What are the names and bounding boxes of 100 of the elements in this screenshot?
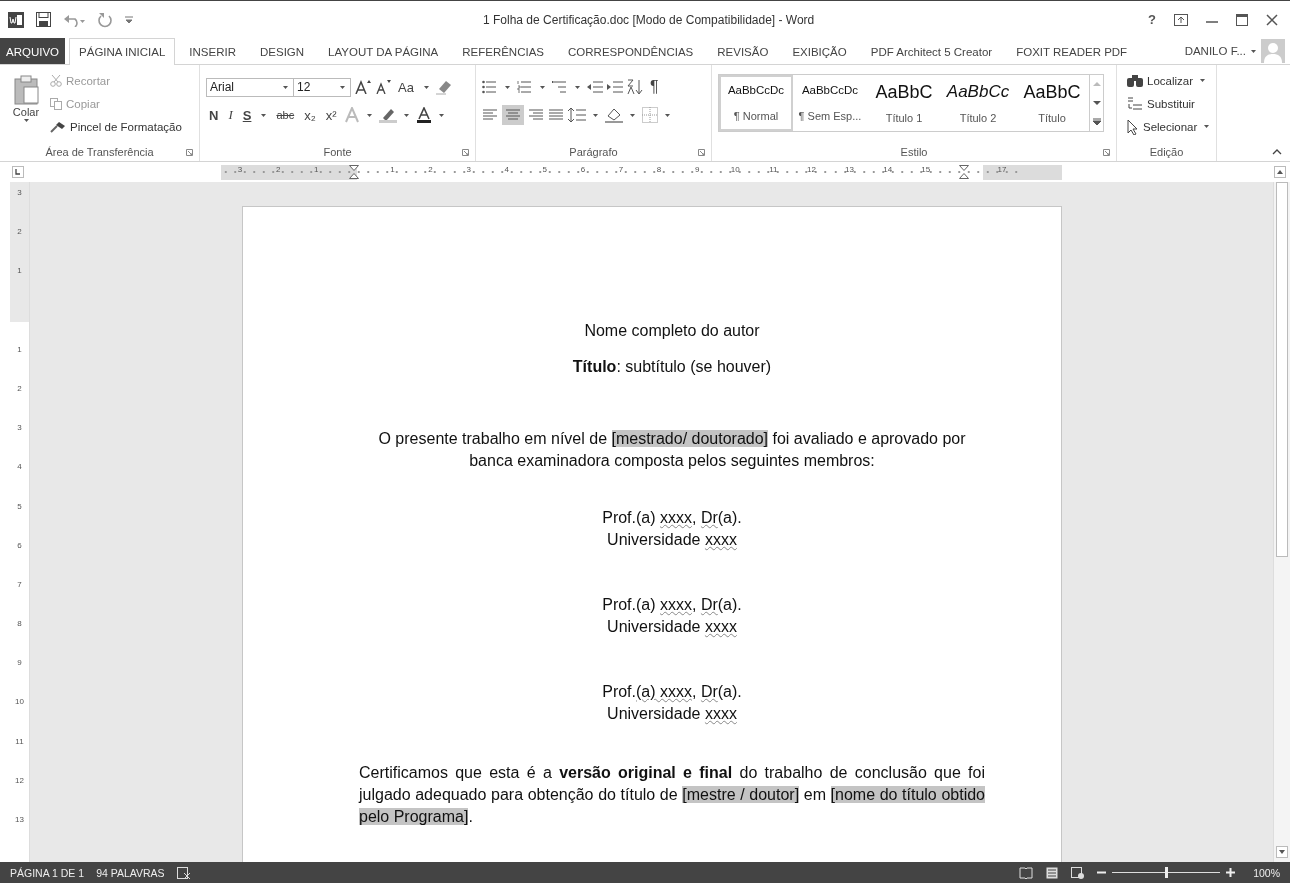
line-spacing-icon[interactable]: [568, 107, 586, 123]
style-option[interactable]: AaBbC Título 1: [867, 75, 941, 131]
superscript-button[interactable]: x²: [322, 107, 340, 123]
ribbon-tab[interactable]: DESIGN: [250, 38, 315, 64]
ruler-number: 1: [389, 165, 396, 176]
shading-icon[interactable]: [605, 107, 623, 123]
ruler-number: 3: [465, 165, 472, 176]
format-painter-button[interactable]: Pincel de Formatação: [70, 120, 182, 133]
ribbon-tab[interactable]: PDF Architect 5 Creator: [860, 38, 1003, 64]
paste-button[interactable]: Colar: [12, 106, 40, 118]
caret-icon[interactable]: [366, 113, 372, 117]
caret-icon[interactable]: [630, 113, 635, 117]
ribbon-tab[interactable]: REVISÃO: [707, 38, 779, 64]
print-layout-icon[interactable]: [1045, 866, 1060, 879]
increase-indent-icon[interactable]: [607, 80, 623, 94]
eraser-icon[interactable]: [435, 79, 452, 95]
caret-icon[interactable]: [261, 113, 267, 117]
file-tab[interactable]: ARQUIVO: [0, 38, 66, 64]
paintbrush-icon[interactable]: [50, 120, 66, 133]
maximize-icon[interactable]: [1236, 13, 1248, 26]
redo-icon[interactable]: [97, 11, 113, 28]
decrease-indent-icon[interactable]: [587, 80, 603, 94]
dialog-launcher-icon[interactable]: [698, 149, 705, 156]
ribbon-tab[interactable]: PÁGINA INICIAL: [69, 38, 176, 65]
caret-icon[interactable]: [1200, 79, 1206, 82]
page-count[interactable]: PÁGINA 1 DE 1: [10, 866, 85, 879]
ribbon-tab[interactable]: CORRESPONDÊNCIAS: [558, 38, 704, 64]
replace-button[interactable]: Substituir: [1147, 97, 1195, 110]
help-button[interactable]: ?: [1148, 12, 1156, 27]
strikethrough-button[interactable]: abc: [273, 109, 298, 121]
caret-icon[interactable]: [438, 113, 444, 117]
caret-icon[interactable]: [593, 113, 598, 117]
scrollbar-thumb[interactable]: [1276, 182, 1288, 557]
ribbon-tab[interactable]: INSERIR: [179, 38, 246, 64]
ribbon-display-icon[interactable]: [1174, 13, 1188, 26]
collapse-ribbon-icon[interactable]: [1272, 149, 1282, 155]
highlighter-icon[interactable]: [378, 107, 397, 123]
select-button[interactable]: Selecionar: [1143, 120, 1198, 133]
sort-icon[interactable]: [627, 79, 643, 95]
show-formatting-button[interactable]: ¶: [647, 78, 662, 96]
caret-icon[interactable]: [340, 85, 345, 89]
style-option[interactable]: AaBbCcDc ¶ Sem Esp...: [793, 75, 867, 131]
font-size-field[interactable]: 12: [293, 77, 351, 97]
change-case-button[interactable]: Aa: [395, 79, 417, 95]
subscript-button[interactable]: x₂: [301, 107, 319, 123]
zoom-slider-thumb[interactable]: [1164, 867, 1168, 878]
zoom-level[interactable]: 100%: [1253, 866, 1280, 879]
binoculars-icon[interactable]: [1127, 74, 1143, 87]
multilevel-list-icon[interactable]: [552, 80, 568, 94]
bullet-list-icon[interactable]: [482, 80, 498, 94]
ruler-number: 9: [17, 658, 22, 668]
replace-icon[interactable]: [1127, 96, 1143, 111]
indent-marker-icon[interactable]: [958, 165, 969, 179]
ruler-number: 1: [17, 266, 22, 276]
user-name[interactable]: DANILO F...: [1184, 45, 1246, 57]
clipboard-icon[interactable]: [12, 75, 40, 105]
find-button[interactable]: Localizar: [1147, 74, 1194, 87]
scroll-down-icon[interactable]: [1091, 99, 1102, 107]
underline-button[interactable]: S: [239, 107, 255, 123]
style-option[interactable]: AaBbCc Título 2: [941, 75, 1015, 131]
ribbon-tab[interactable]: FOXIT READER PDF: [1006, 38, 1138, 64]
scroll-up-icon[interactable]: [1274, 166, 1286, 178]
dialog-launcher-icon[interactable]: [1103, 149, 1110, 156]
ribbon-tab[interactable]: LAYOUT DA PÁGINA: [318, 38, 449, 64]
undo-icon[interactable]: [63, 12, 85, 27]
gallery-more-icon[interactable]: [1091, 117, 1102, 126]
close-icon[interactable]: [1266, 13, 1278, 26]
tab-selector-icon[interactable]: [12, 166, 24, 178]
style-option[interactable]: AaBbC Título: [1015, 75, 1089, 131]
font-color-icon[interactable]: [415, 107, 432, 123]
caret-icon[interactable]: [283, 85, 288, 89]
caret-icon[interactable]: [403, 113, 409, 117]
bold-button[interactable]: N: [206, 107, 222, 123]
cursor-icon[interactable]: [1127, 118, 1139, 135]
dialog-launcher-icon[interactable]: [462, 149, 469, 156]
ribbon-tab[interactable]: EXIBIÇÃO: [782, 38, 857, 64]
web-layout-icon[interactable]: [1071, 866, 1086, 879]
indent-marker-icon[interactable]: [349, 165, 360, 179]
caret-icon[interactable]: [575, 85, 580, 89]
caret-icon[interactable]: [423, 85, 429, 89]
zoom-in-icon[interactable]: [1226, 868, 1236, 877]
italic-button[interactable]: I: [225, 107, 236, 123]
caret-icon[interactable]: [1204, 125, 1210, 128]
proofing-icon[interactable]: [176, 866, 191, 879]
scroll-down-icon[interactable]: [1276, 846, 1288, 858]
caret-icon[interactable]: [540, 85, 545, 89]
caret-icon[interactable]: [23, 119, 29, 122]
save-icon[interactable]: [36, 12, 51, 27]
caret-icon[interactable]: [1251, 49, 1256, 53]
word-count[interactable]: 94 PALAVRAS: [96, 866, 165, 879]
read-mode-icon[interactable]: [1019, 866, 1034, 879]
font-name-field[interactable]: Arial: [206, 77, 294, 97]
caret-icon[interactable]: [665, 113, 670, 117]
caret-icon[interactable]: [505, 85, 510, 89]
style-option[interactable]: AaBbCcDc ¶ Normal: [719, 75, 793, 131]
shrink-font-icon[interactable]: [375, 80, 391, 94]
grow-font-icon[interactable]: [355, 80, 371, 94]
ribbon-tab[interactable]: REFERÊNCIAS: [452, 38, 554, 64]
dialog-launcher-icon[interactable]: [186, 149, 193, 156]
customize-caret-icon[interactable]: [125, 15, 133, 24]
